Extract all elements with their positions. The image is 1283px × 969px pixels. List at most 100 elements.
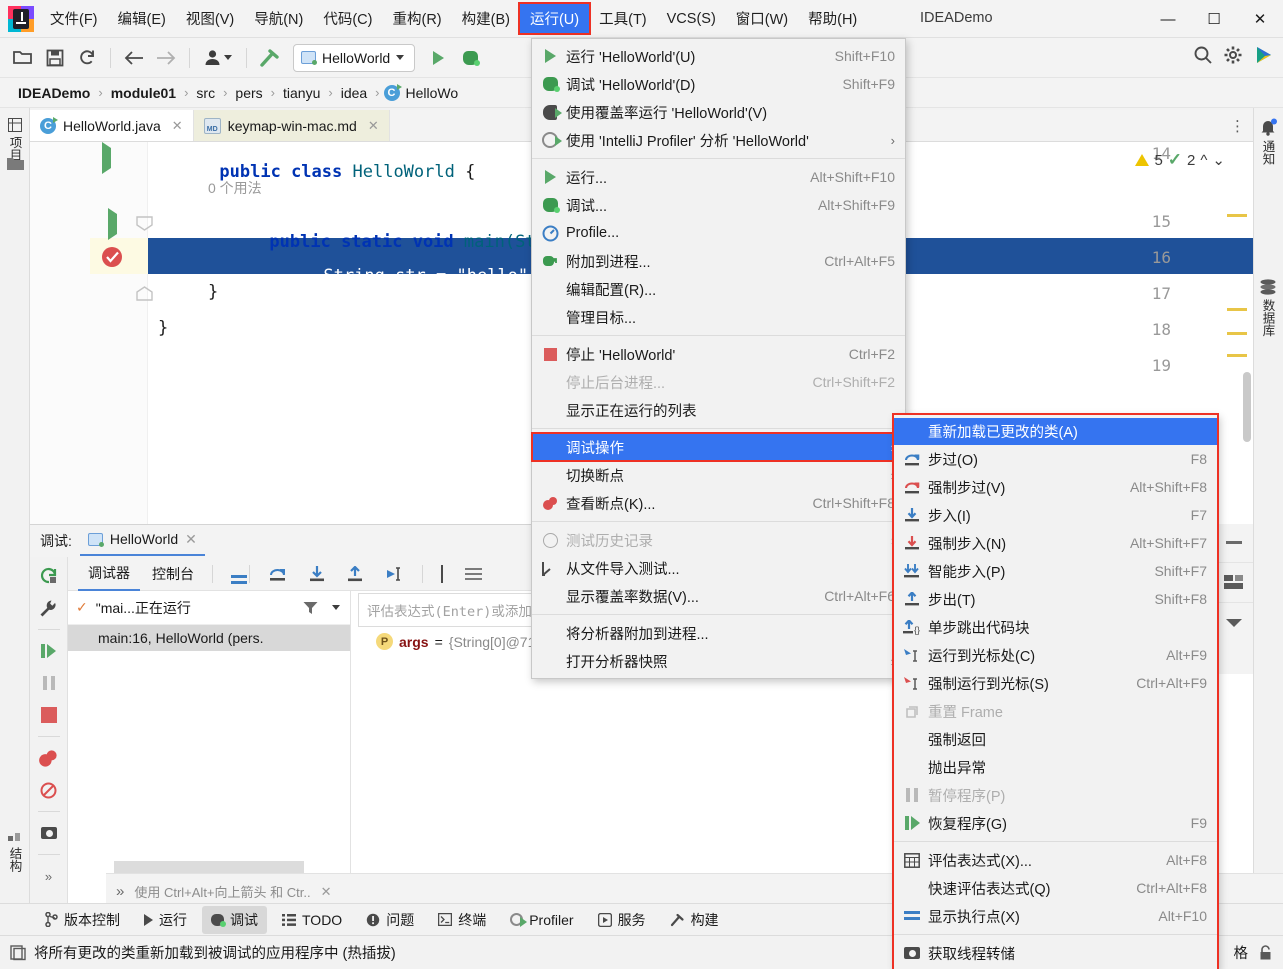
tab-console[interactable]: 控制台	[142, 558, 204, 590]
submenu-item-force-run-to-cursor[interactable]: 强制运行到光标(S) Ctrl+Alt+F9	[894, 669, 1217, 697]
menu-item-profile-intellij[interactable]: 使用 'IntelliJ Profiler' 分析 'HelloWorld' ›	[532, 126, 905, 154]
close-button[interactable]: ✕	[1237, 0, 1283, 38]
lock-icon[interactable]	[1258, 944, 1273, 961]
menu-vcs[interactable]: VCS(S)	[657, 7, 726, 31]
submenu-item-reload-changed-classes[interactable]: 重新加载已更改的类(A)	[894, 418, 1217, 445]
open-folder-icon[interactable]	[8, 44, 38, 72]
breadcrumb-item-tianyu[interactable]: tianyu	[279, 85, 324, 101]
editor-marker[interactable]	[1227, 354, 1247, 357]
profile-user-icon[interactable]	[198, 44, 238, 72]
forward-arrow-icon[interactable]	[151, 44, 181, 72]
bottom-item-problems[interactable]: 问题	[357, 906, 423, 934]
run-gutter-icon[interactable]	[102, 142, 111, 174]
menu-file[interactable]: 文件(F)	[40, 4, 108, 33]
submenu-item-resume-program[interactable]: 恢复程序(G) F9	[894, 809, 1217, 837]
menu-item-debug-helloworld[interactable]: 调试 'HelloWorld'(D) Shift+F9	[532, 70, 905, 98]
status-right-text[interactable]: 格	[1234, 942, 1249, 963]
evaluate-expression-icon[interactable]	[431, 560, 453, 588]
menu-item-manage-targets[interactable]: 管理目标...	[532, 303, 905, 331]
submenu-item-step-over[interactable]: 步过(O) F8	[894, 445, 1217, 473]
save-icon[interactable]	[40, 44, 70, 72]
menu-view[interactable]: 视图(V)	[176, 4, 244, 33]
breadcrumb-item-module[interactable]: module01	[107, 85, 180, 101]
submenu-item-step-into[interactable]: 步入(I) F7	[894, 501, 1217, 529]
sidebar-item-notifications[interactable]: 通知	[1253, 112, 1283, 171]
menu-item-edit-configurations[interactable]: 编辑配置(R)...	[532, 275, 905, 303]
ai-assistant-icon[interactable]	[1253, 44, 1275, 66]
menu-edit[interactable]: 编辑(E)	[108, 4, 176, 33]
close-icon[interactable]: ✕	[172, 118, 183, 134]
close-icon[interactable]: ✕	[321, 884, 332, 900]
search-icon[interactable]	[1193, 45, 1213, 65]
step-into-icon[interactable]	[299, 560, 335, 588]
bottom-item-debug[interactable]: 调试	[202, 905, 267, 934]
menu-item-run-helloworld[interactable]: 运行 'HelloWorld'(U) Shift+F10	[532, 42, 905, 70]
menu-item-stop-helloworld[interactable]: 停止 'HelloWorld' Ctrl+F2	[532, 340, 905, 368]
maximize-button[interactable]: ☐	[1191, 0, 1237, 38]
menu-item-attach-profiler[interactable]: 将分析器附加到进程...	[532, 619, 905, 647]
gear-icon[interactable]	[1223, 45, 1243, 65]
menu-navigate[interactable]: 导航(N)	[244, 4, 313, 33]
run-gutter-icon[interactable]	[108, 208, 117, 240]
thread-selector[interactable]: ✓ "mai...正在运行	[68, 591, 350, 625]
close-icon[interactable]: ✕	[185, 531, 197, 548]
bottom-item-services[interactable]: 服务	[589, 906, 655, 934]
breakpoint-icon[interactable]	[102, 247, 122, 267]
breadcrumb-item-src[interactable]: src	[192, 85, 219, 101]
inlay-usages-hint[interactable]: 0 个用法	[208, 178, 262, 198]
bottom-item-version-control[interactable]: 版本控制	[36, 906, 129, 934]
submenu-item-evaluate-expression[interactable]: 评估表达式(X)... Alt+F8	[894, 846, 1217, 874]
step-over-icon[interactable]	[258, 560, 297, 588]
bottom-item-run[interactable]: 运行	[135, 906, 196, 934]
minimize-panel-icon[interactable]	[1214, 524, 1253, 562]
build-hammer-icon[interactable]	[255, 44, 285, 72]
fold-icon[interactable]	[136, 216, 153, 231]
submenu-item-step-out-of-code-block[interactable]: {} 单步跳出代码块	[894, 613, 1217, 641]
submenu-item-show-execution-point[interactable]: 显示执行点(X) Alt+F10	[894, 902, 1217, 930]
menu-item-view-breakpoints[interactable]: 查看断点(K)... Ctrl+Shift+F8	[532, 489, 905, 517]
breadcrumb-item-pers[interactable]: pers	[231, 85, 266, 101]
bottom-item-profiler[interactable]: Profiler	[501, 908, 582, 932]
tab-debugger[interactable]: 调试器	[78, 557, 140, 591]
next-problem-icon[interactable]: ⌄	[1212, 151, 1225, 169]
breadcrumb-item-project[interactable]: IDEADemo	[14, 85, 94, 101]
prev-problem-icon[interactable]: ^	[1200, 152, 1207, 169]
chevron-down-icon[interactable]	[332, 605, 340, 610]
submenu-item-force-return[interactable]: 强制返回	[894, 725, 1217, 753]
debug-button[interactable]	[455, 44, 485, 72]
editor-tab-helloworld[interactable]: C HelloWorld.java ✕	[30, 110, 194, 141]
menu-item-debug-actions[interactable]: 调试操作 ›	[531, 432, 906, 462]
sidebar-item-database[interactable]: 数据库	[1253, 273, 1283, 343]
editor-marker[interactable]	[1227, 308, 1247, 311]
view-breakpoints-icon[interactable]	[36, 745, 62, 771]
chevron-down-icon[interactable]	[1214, 602, 1253, 642]
menu-item-attach-to-process[interactable]: 附加到进程... Ctrl+Alt+F5	[532, 247, 905, 275]
menu-item-open-profiler-snapshot[interactable]: 打开分析器快照 ›	[532, 647, 905, 675]
close-icon[interactable]: ✕	[368, 118, 379, 134]
run-to-cursor-icon[interactable]	[375, 560, 414, 588]
editor-scrollbar[interactable]	[1243, 372, 1251, 442]
editor-tabs-more-icon[interactable]: ⋮	[1230, 117, 1245, 135]
submenu-item-smart-step-into[interactable]: 智能步入(P) Shift+F7	[894, 557, 1217, 585]
pause-program-icon[interactable]	[36, 670, 62, 696]
bottom-item-todo[interactable]: TODO	[273, 908, 351, 932]
menu-item-toggle-breakpoint[interactable]: 切换断点 ›	[532, 461, 905, 489]
sync-icon[interactable]	[72, 44, 102, 72]
menu-run[interactable]: 运行(U)	[517, 2, 592, 35]
submenu-item-run-to-cursor[interactable]: 运行到光标处(C) Alt+F9	[894, 641, 1217, 669]
submenu-item-quick-evaluate-expression[interactable]: 快速评估表达式(Q) Ctrl+Alt+F8	[894, 874, 1217, 902]
editor-tab-keymap[interactable]: MD keymap-win-mac.md ✕	[193, 110, 390, 141]
more-options-icon[interactable]: »	[36, 863, 62, 889]
menu-item-debug-dots[interactable]: 调试... Alt+Shift+F9	[532, 191, 905, 219]
expand-more-icon[interactable]: »	[116, 883, 124, 900]
resume-program-icon[interactable]	[36, 638, 62, 664]
rerun-icon[interactable]	[36, 563, 62, 589]
minimize-button[interactable]: —	[1145, 0, 1191, 38]
run-configuration-selector[interactable]: HelloWorld	[293, 43, 416, 72]
back-arrow-icon[interactable]	[119, 44, 149, 72]
submenu-item-get-thread-dump[interactable]: 获取线程转储	[894, 939, 1217, 967]
menu-refactor[interactable]: 重构(R)	[382, 4, 451, 33]
bottom-item-build[interactable]: 构建	[661, 906, 728, 934]
breadcrumb-item-class[interactable]: HelloWo	[402, 85, 463, 101]
filter-icon[interactable]	[303, 601, 324, 615]
